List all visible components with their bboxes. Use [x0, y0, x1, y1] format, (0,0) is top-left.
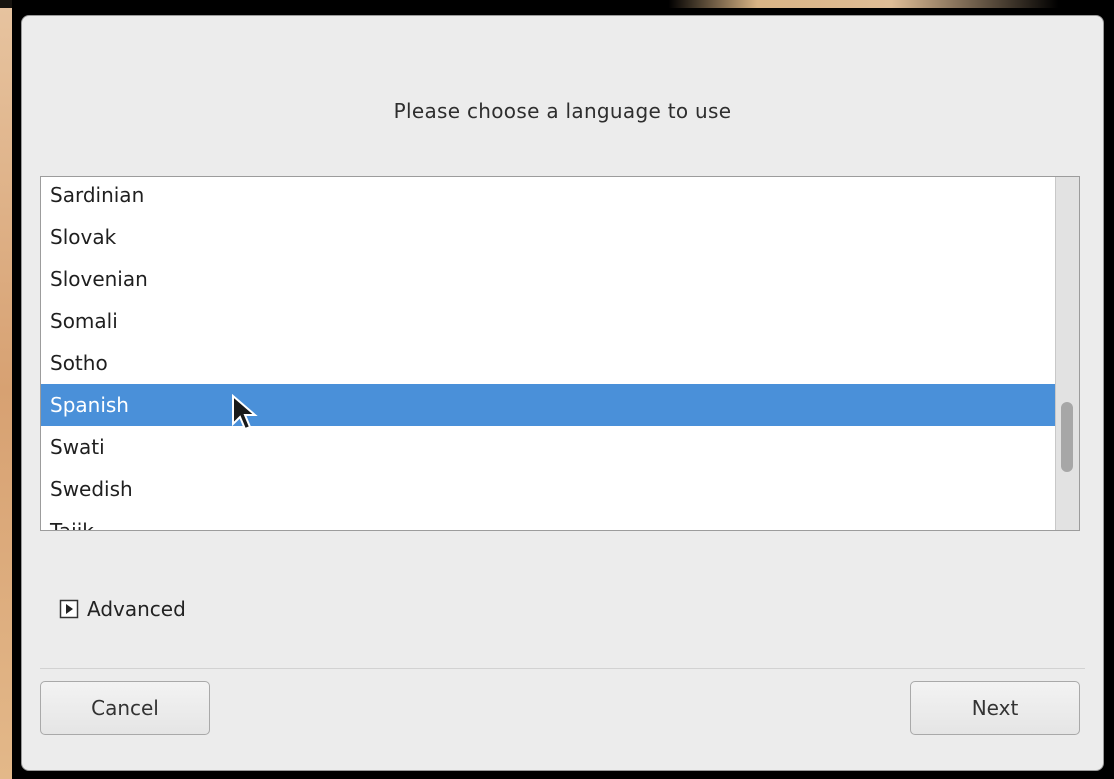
advanced-expander[interactable]: Advanced — [59, 596, 186, 622]
desktop-background-strip — [0, 0, 12, 779]
list-item-slovenian[interactable]: Slovenian — [41, 258, 1055, 300]
cancel-button[interactable]: Cancel — [40, 681, 210, 735]
expander-right-icon — [59, 599, 79, 619]
dialog-title: Please choose a language to use — [393, 99, 732, 123]
list-item-slovak[interactable]: Slovak — [41, 216, 1055, 258]
list-item-sardinian[interactable]: Sardinian — [41, 177, 1055, 216]
scrollbar-thumb[interactable] — [1061, 402, 1073, 472]
list-item-somali[interactable]: Somali — [41, 300, 1055, 342]
language-list-items: Sardinian Slovak Slovenian Somali Sotho … — [41, 177, 1055, 530]
list-item-sotho[interactable]: Sotho — [41, 342, 1055, 384]
list-item-spanish[interactable]: Spanish — [41, 384, 1055, 426]
list-item-tajik[interactable]: Tajik — [41, 510, 1055, 530]
language-dialog: Please choose a language to use Sardinia… — [21, 15, 1104, 771]
mouse-pointer-icon — [232, 394, 258, 431]
list-item-swati[interactable]: Swati — [41, 426, 1055, 468]
list-item-swedish[interactable]: Swedish — [41, 468, 1055, 510]
language-list[interactable]: Sardinian Slovak Slovenian Somali Sotho … — [40, 176, 1080, 531]
advanced-label: Advanced — [87, 597, 186, 621]
button-separator — [40, 668, 1085, 669]
next-button[interactable]: Next — [910, 681, 1080, 735]
desktop-background-glow — [0, 0, 1114, 8]
list-scrollbar[interactable] — [1055, 177, 1079, 530]
